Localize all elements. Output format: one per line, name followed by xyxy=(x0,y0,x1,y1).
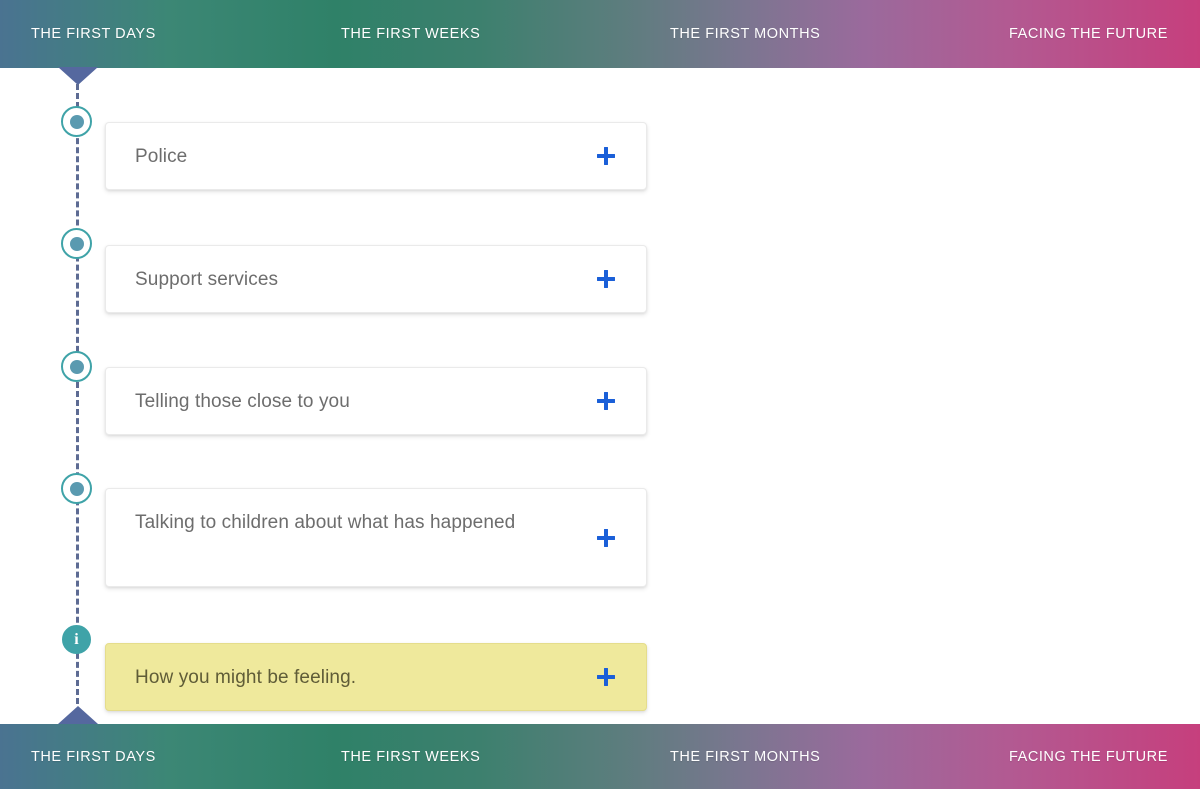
plus-icon-vertical-bar xyxy=(604,668,608,686)
timeline-marker-telling-those-close-to-you[interactable] xyxy=(61,351,92,382)
timeline-marker-talking-to-children[interactable] xyxy=(61,473,92,504)
timeline-marker-support-services[interactable] xyxy=(61,228,92,259)
accordion-card-how-you-might-be-feeling[interactable]: How you might be feeling. xyxy=(105,643,647,711)
timeline-dashed-line xyxy=(76,84,79,704)
timeline-marker-info-how-you-might-be-feeling[interactable]: i xyxy=(62,625,91,654)
accordion-card-talking-to-children[interactable]: Talking to children about what has happe… xyxy=(105,488,647,587)
footer-nav-item-the-first-days[interactable]: THE FIRST DAYS xyxy=(31,749,156,765)
page-root: THE FIRST DAYS THE FIRST WEEKS THE FIRST… xyxy=(0,0,1200,789)
footer-nav-item-the-first-months[interactable]: THE FIRST MONTHS xyxy=(670,749,820,765)
plus-icon[interactable] xyxy=(594,665,618,689)
timeline-bottom-arrow-icon xyxy=(58,706,98,724)
top-navigation-bar: THE FIRST DAYS THE FIRST WEEKS THE FIRST… xyxy=(0,0,1200,68)
nav-item-the-first-months[interactable]: THE FIRST MONTHS xyxy=(670,26,820,42)
timeline-marker-police[interactable] xyxy=(61,106,92,137)
timeline-marker-dot-icon xyxy=(69,236,84,251)
info-icon: i xyxy=(74,630,79,648)
accordion-card-title: Police xyxy=(135,146,188,167)
plus-icon-vertical-bar xyxy=(604,392,608,410)
plus-icon[interactable] xyxy=(594,144,618,168)
accordion-card-title: Support services xyxy=(135,269,279,290)
bottom-nav-inner: THE FIRST DAYS THE FIRST WEEKS THE FIRST… xyxy=(0,724,1200,789)
nav-item-the-first-weeks[interactable]: THE FIRST WEEKS xyxy=(341,26,480,42)
nav-item-the-first-days[interactable]: THE FIRST DAYS xyxy=(31,26,156,42)
nav-item-facing-the-future[interactable]: FACING THE FUTURE xyxy=(1009,26,1168,42)
plus-icon[interactable] xyxy=(594,267,618,291)
timeline-marker-dot-icon xyxy=(69,114,84,129)
plus-icon[interactable] xyxy=(594,389,618,413)
top-nav-inner: THE FIRST DAYS THE FIRST WEEKS THE FIRST… xyxy=(0,0,1200,68)
accordion-card-support-services[interactable]: Support services xyxy=(105,245,647,313)
timeline-top-arrow-icon xyxy=(58,67,98,85)
plus-icon-vertical-bar xyxy=(604,528,608,547)
footer-nav-item-the-first-weeks[interactable]: THE FIRST WEEKS xyxy=(341,749,480,765)
bottom-navigation-bar: THE FIRST DAYS THE FIRST WEEKS THE FIRST… xyxy=(0,724,1200,789)
timeline-marker-dot-icon xyxy=(69,359,84,374)
footer-nav-item-facing-the-future[interactable]: FACING THE FUTURE xyxy=(1009,749,1168,765)
accordion-card-police[interactable]: Police xyxy=(105,122,647,190)
accordion-card-telling-those-close-to-you[interactable]: Telling those close to you xyxy=(105,367,647,435)
plus-icon-vertical-bar xyxy=(604,270,608,288)
plus-icon-vertical-bar xyxy=(604,147,608,165)
accordion-card-title: Talking to children about what has happe… xyxy=(135,512,516,533)
timeline-marker-dot-icon xyxy=(69,481,84,496)
accordion-card-title: Telling those close to you xyxy=(135,391,350,412)
accordion-card-title: How you might be feeling. xyxy=(135,667,357,688)
plus-icon[interactable] xyxy=(594,526,618,550)
